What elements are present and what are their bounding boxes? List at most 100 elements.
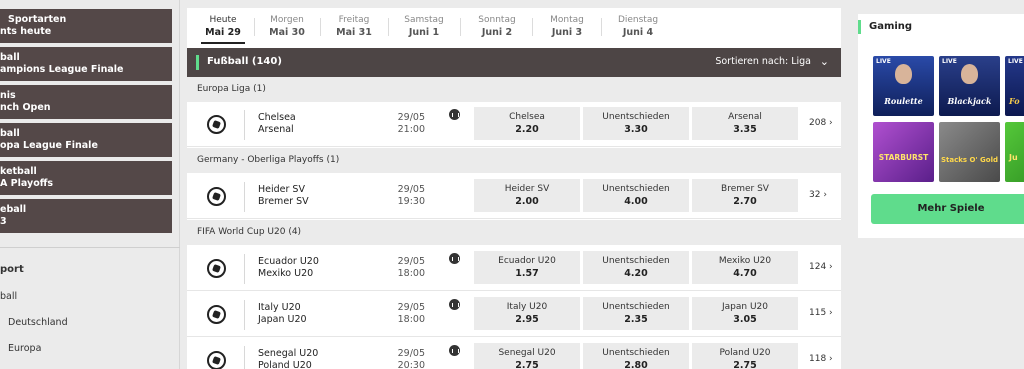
- event-row-chelsea-arsenal[interactable]: Chelsea Arsenal 29/05 21:00 Chelsea 2.20…: [187, 102, 841, 147]
- game-tile-stacks-o-gold[interactable]: Stacks O' Gold: [939, 122, 1000, 182]
- event-row-senegal-poland[interactable]: Senegal U20 Poland U20 29/05 20:30 Seneg…: [187, 338, 841, 369]
- football-icon: [207, 187, 226, 206]
- live-badge: LIVE: [942, 58, 957, 65]
- odd-value: 3.05: [733, 314, 757, 325]
- odd-value: 2.75: [515, 360, 539, 369]
- more-games-button[interactable]: Mehr Spiele: [871, 194, 1024, 224]
- odd-label: Unentschieden: [602, 302, 670, 312]
- quick-link-line2: 3: [0, 216, 7, 227]
- odd-button-away[interactable]: Japan U20 3.05: [692, 297, 798, 330]
- quick-link-europa-league[interactable]: ball opa League Finale: [0, 123, 172, 157]
- event-datetime: 29/05 19:30: [385, 184, 425, 208]
- sidebar-link-germany[interactable]: Deutschland: [8, 317, 68, 328]
- sidebar-link-football[interactable]: ball: [0, 291, 17, 302]
- more-markets-link[interactable]: 208 ›: [809, 118, 833, 128]
- day-date: Mai 30: [269, 27, 305, 38]
- more-markets-link[interactable]: 124 ›: [809, 262, 833, 272]
- chevron-down-icon[interactable]: ⌄: [820, 55, 829, 68]
- odd-button-draw[interactable]: Unentschieden 2.80: [583, 343, 689, 369]
- more-markets-link[interactable]: 32 ›: [809, 190, 827, 200]
- quick-link-baseball[interactable]: eball 3: [0, 199, 172, 233]
- odd-button-away[interactable]: Mexiko U20 4.70: [692, 251, 798, 284]
- game-tile-live-3[interactable]: LIVE Fo: [1005, 56, 1024, 116]
- odd-label: Arsenal: [728, 112, 762, 122]
- odd-button-home[interactable]: Italy U20 2.95: [474, 297, 580, 330]
- event-row-heider-bremer[interactable]: Heider SV Bremer SV 29/05 19:30 Heider S…: [187, 174, 841, 219]
- league-header-u20-world-cup[interactable]: FIFA World Cup U20 (4): [187, 220, 841, 245]
- quick-link-nba-playoffs[interactable]: ketball A Playoffs: [0, 161, 172, 195]
- statistics-icon[interactable]: [449, 253, 460, 264]
- quick-link-line1: ball: [0, 128, 20, 139]
- live-badge: LIVE: [876, 58, 891, 65]
- tab-tomorrow[interactable]: Morgen Mai 30: [251, 14, 323, 39]
- quick-link-all-sports[interactable]: Sportarten nts heute: [0, 9, 172, 43]
- game-tile-jungle[interactable]: Ju: [1005, 122, 1024, 182]
- odd-button-draw[interactable]: Unentschieden 4.00: [583, 179, 689, 212]
- league-header-oberliga[interactable]: Germany - Oberliga Playoffs (1): [187, 148, 841, 173]
- home-team: Chelsea: [258, 112, 296, 123]
- event-teams[interactable]: Chelsea Arsenal: [258, 112, 296, 136]
- odd-value: 4.70: [733, 268, 757, 279]
- sort-value: Liga: [791, 56, 811, 67]
- home-team: Senegal U20: [258, 348, 319, 359]
- accent-bar: [858, 20, 861, 34]
- event-teams[interactable]: Senegal U20 Poland U20: [258, 348, 318, 369]
- sidebar-link-europe[interactable]: Europa: [8, 343, 41, 354]
- tab-monday[interactable]: Montag Juni 3: [531, 14, 603, 39]
- odd-button-away[interactable]: Bremer SV 2.70: [692, 179, 798, 212]
- quick-link-champions-league[interactable]: ball ampions League Finale: [0, 47, 172, 81]
- odd-button-home[interactable]: Heider SV 2.00: [474, 179, 580, 212]
- statistics-icon[interactable]: [449, 299, 460, 310]
- odd-label: Senegal U20: [498, 348, 556, 358]
- event-row-italy-japan[interactable]: Italy U20 Japan U20 29/05 18:00 Italy U2…: [187, 292, 841, 337]
- game-tile-starburst[interactable]: STARBURST: [873, 122, 934, 182]
- odd-value: 3.35: [733, 124, 757, 135]
- odd-value: 2.75: [733, 360, 757, 369]
- tab-today[interactable]: Heute Mai 29: [187, 14, 259, 44]
- odd-button-home[interactable]: Senegal U20 2.75: [474, 343, 580, 369]
- odd-button-away[interactable]: Arsenal 3.35: [692, 107, 798, 140]
- quick-link-line2: A Playoffs: [0, 178, 54, 189]
- event-datetime: 29/05 18:00: [385, 256, 425, 280]
- day-date: Juni 2: [481, 27, 513, 38]
- event-row-ecuador-mexiko[interactable]: Ecuador U20 Mexiko U20 29/05 18:00 Ecuad…: [187, 246, 841, 291]
- quick-link-line2: nch Open: [0, 102, 51, 113]
- sort-dropdown[interactable]: Sortieren nach: Liga: [715, 56, 811, 67]
- more-markets-link[interactable]: 118 ›: [809, 354, 833, 364]
- statistics-icon[interactable]: [449, 109, 460, 120]
- sports-sidebar: Sportarten nts heute ball ampions League…: [0, 0, 180, 369]
- odd-button-draw[interactable]: Unentschieden 2.35: [583, 297, 689, 330]
- odd-label: Unentschieden: [602, 348, 670, 358]
- odd-value: 2.70: [733, 196, 757, 207]
- day-name: Montag: [550, 15, 584, 25]
- football-icon: [207, 305, 226, 324]
- statistics-icon[interactable]: [449, 345, 460, 356]
- day-name: Samstag: [404, 15, 444, 25]
- tab-friday[interactable]: Freitag Mai 31: [318, 14, 390, 39]
- quick-link-french-open[interactable]: nis nch Open: [0, 85, 172, 119]
- event-teams[interactable]: Italy U20 Japan U20: [258, 302, 307, 326]
- day-tabs: Heute Mai 29 Morgen Mai 30 Freitag Mai 3…: [187, 8, 841, 48]
- quick-link-line1: eball: [0, 204, 27, 215]
- league-header-europa-liga[interactable]: Europa Liga (1): [187, 77, 841, 102]
- odd-label: Bremer SV: [721, 184, 769, 194]
- tab-tuesday[interactable]: Dienstag Juni 4: [602, 14, 674, 39]
- game-tile-blackjack[interactable]: LIVE Blackjack: [939, 56, 1000, 116]
- live-badge: LIVE: [1008, 58, 1023, 65]
- quick-link-line1: ball: [0, 52, 20, 63]
- odd-button-away[interactable]: Poland U20 2.75: [692, 343, 798, 369]
- tab-saturday[interactable]: Samstag Juni 1: [388, 14, 460, 39]
- odd-value: 4.00: [624, 196, 648, 207]
- odd-button-draw[interactable]: Unentschieden 3.30: [583, 107, 689, 140]
- quick-link-line2: ampions League Finale: [0, 64, 124, 75]
- odd-button-draw[interactable]: Unentschieden 4.20: [583, 251, 689, 284]
- quick-link-line2: nts heute: [0, 26, 52, 37]
- more-markets-link[interactable]: 115 ›: [809, 308, 833, 318]
- event-teams[interactable]: Heider SV Bremer SV: [258, 184, 309, 208]
- tab-sunday[interactable]: Sonntag Juni 2: [461, 14, 533, 39]
- game-tile-roulette[interactable]: LIVE Roulette: [873, 56, 934, 116]
- odd-button-home[interactable]: Ecuador U20 1.57: [474, 251, 580, 284]
- away-team: Japan U20: [258, 314, 307, 325]
- odd-button-home[interactable]: Chelsea 2.20: [474, 107, 580, 140]
- event-teams[interactable]: Ecuador U20 Mexiko U20: [258, 256, 319, 280]
